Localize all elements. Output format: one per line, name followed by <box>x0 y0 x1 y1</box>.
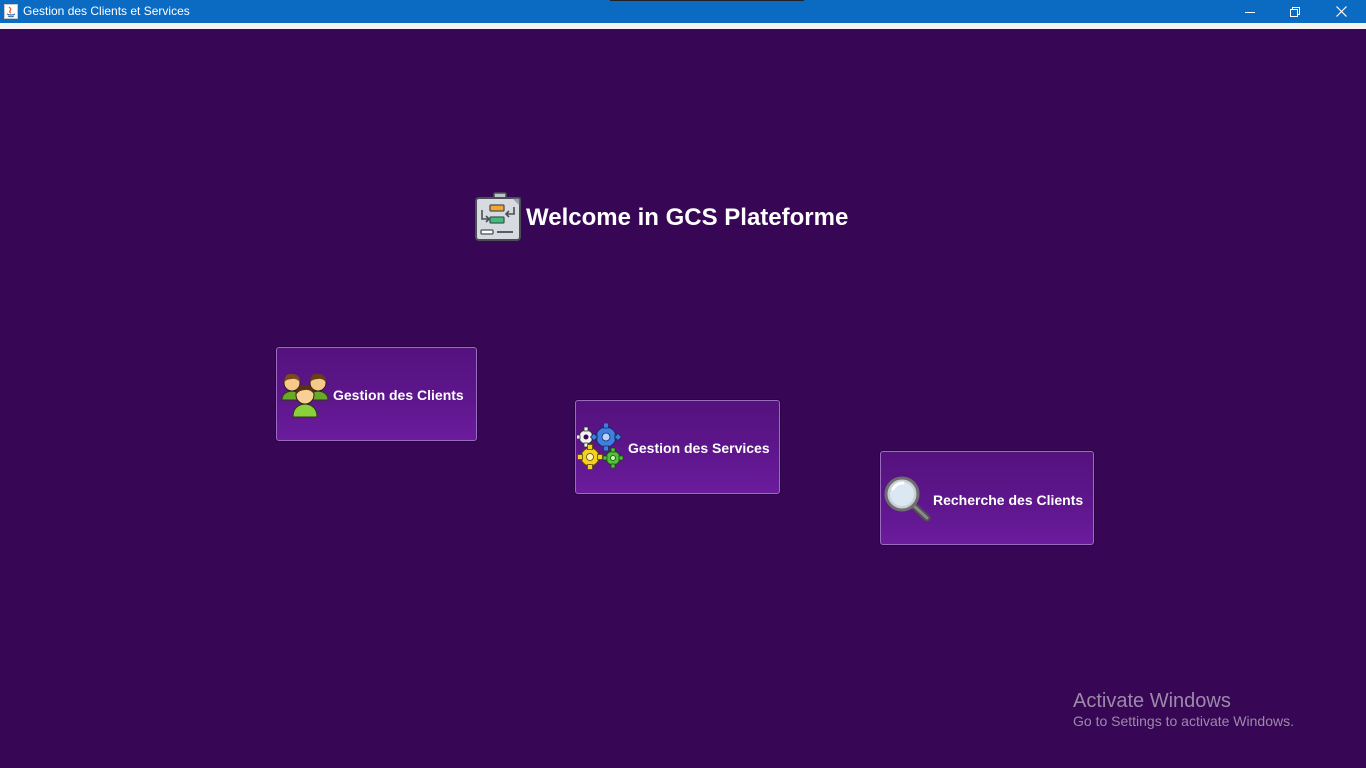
gestion-services-label: Gestion des Services <box>628 440 770 456</box>
gestion-services-button[interactable]: Gestion des Services <box>575 400 780 494</box>
activate-windows-watermark: Activate Windows Go to Settings to activ… <box>1073 689 1294 730</box>
gears-icon <box>577 423 624 470</box>
magnifier-icon <box>884 476 931 522</box>
recherche-clients-label: Recherche des Clients <box>933 492 1084 508</box>
main-panel <box>0 29 1366 768</box>
restore-button[interactable] <box>1272 0 1318 23</box>
gestion-clients-button[interactable]: Gestion des Clients <box>276 347 477 441</box>
gestion-clients-label: Gestion des Clients <box>333 387 464 403</box>
recherche-clients-button[interactable]: Recherche des Clients <box>880 451 1094 545</box>
title-bar[interactable]: Gestion des Clients et Services <box>0 0 1366 23</box>
close-button[interactable] <box>1318 0 1364 23</box>
minimize-icon <box>1245 11 1255 13</box>
window-title: Gestion des Clients et Services <box>23 4 190 18</box>
dashboard-icon <box>475 192 521 241</box>
watermark-title: Activate Windows <box>1073 690 1231 712</box>
restore-icon <box>1290 6 1300 17</box>
title-bar-divider <box>610 0 804 1</box>
users-icon <box>281 373 329 418</box>
minimize-button[interactable] <box>1227 0 1273 23</box>
watermark-subtitle: Go to Settings to activate Windows. <box>1073 713 1294 729</box>
close-icon <box>1335 6 1347 17</box>
welcome-title: Welcome in GCS Plateforme <box>526 204 849 231</box>
java-app-icon <box>4 4 18 19</box>
